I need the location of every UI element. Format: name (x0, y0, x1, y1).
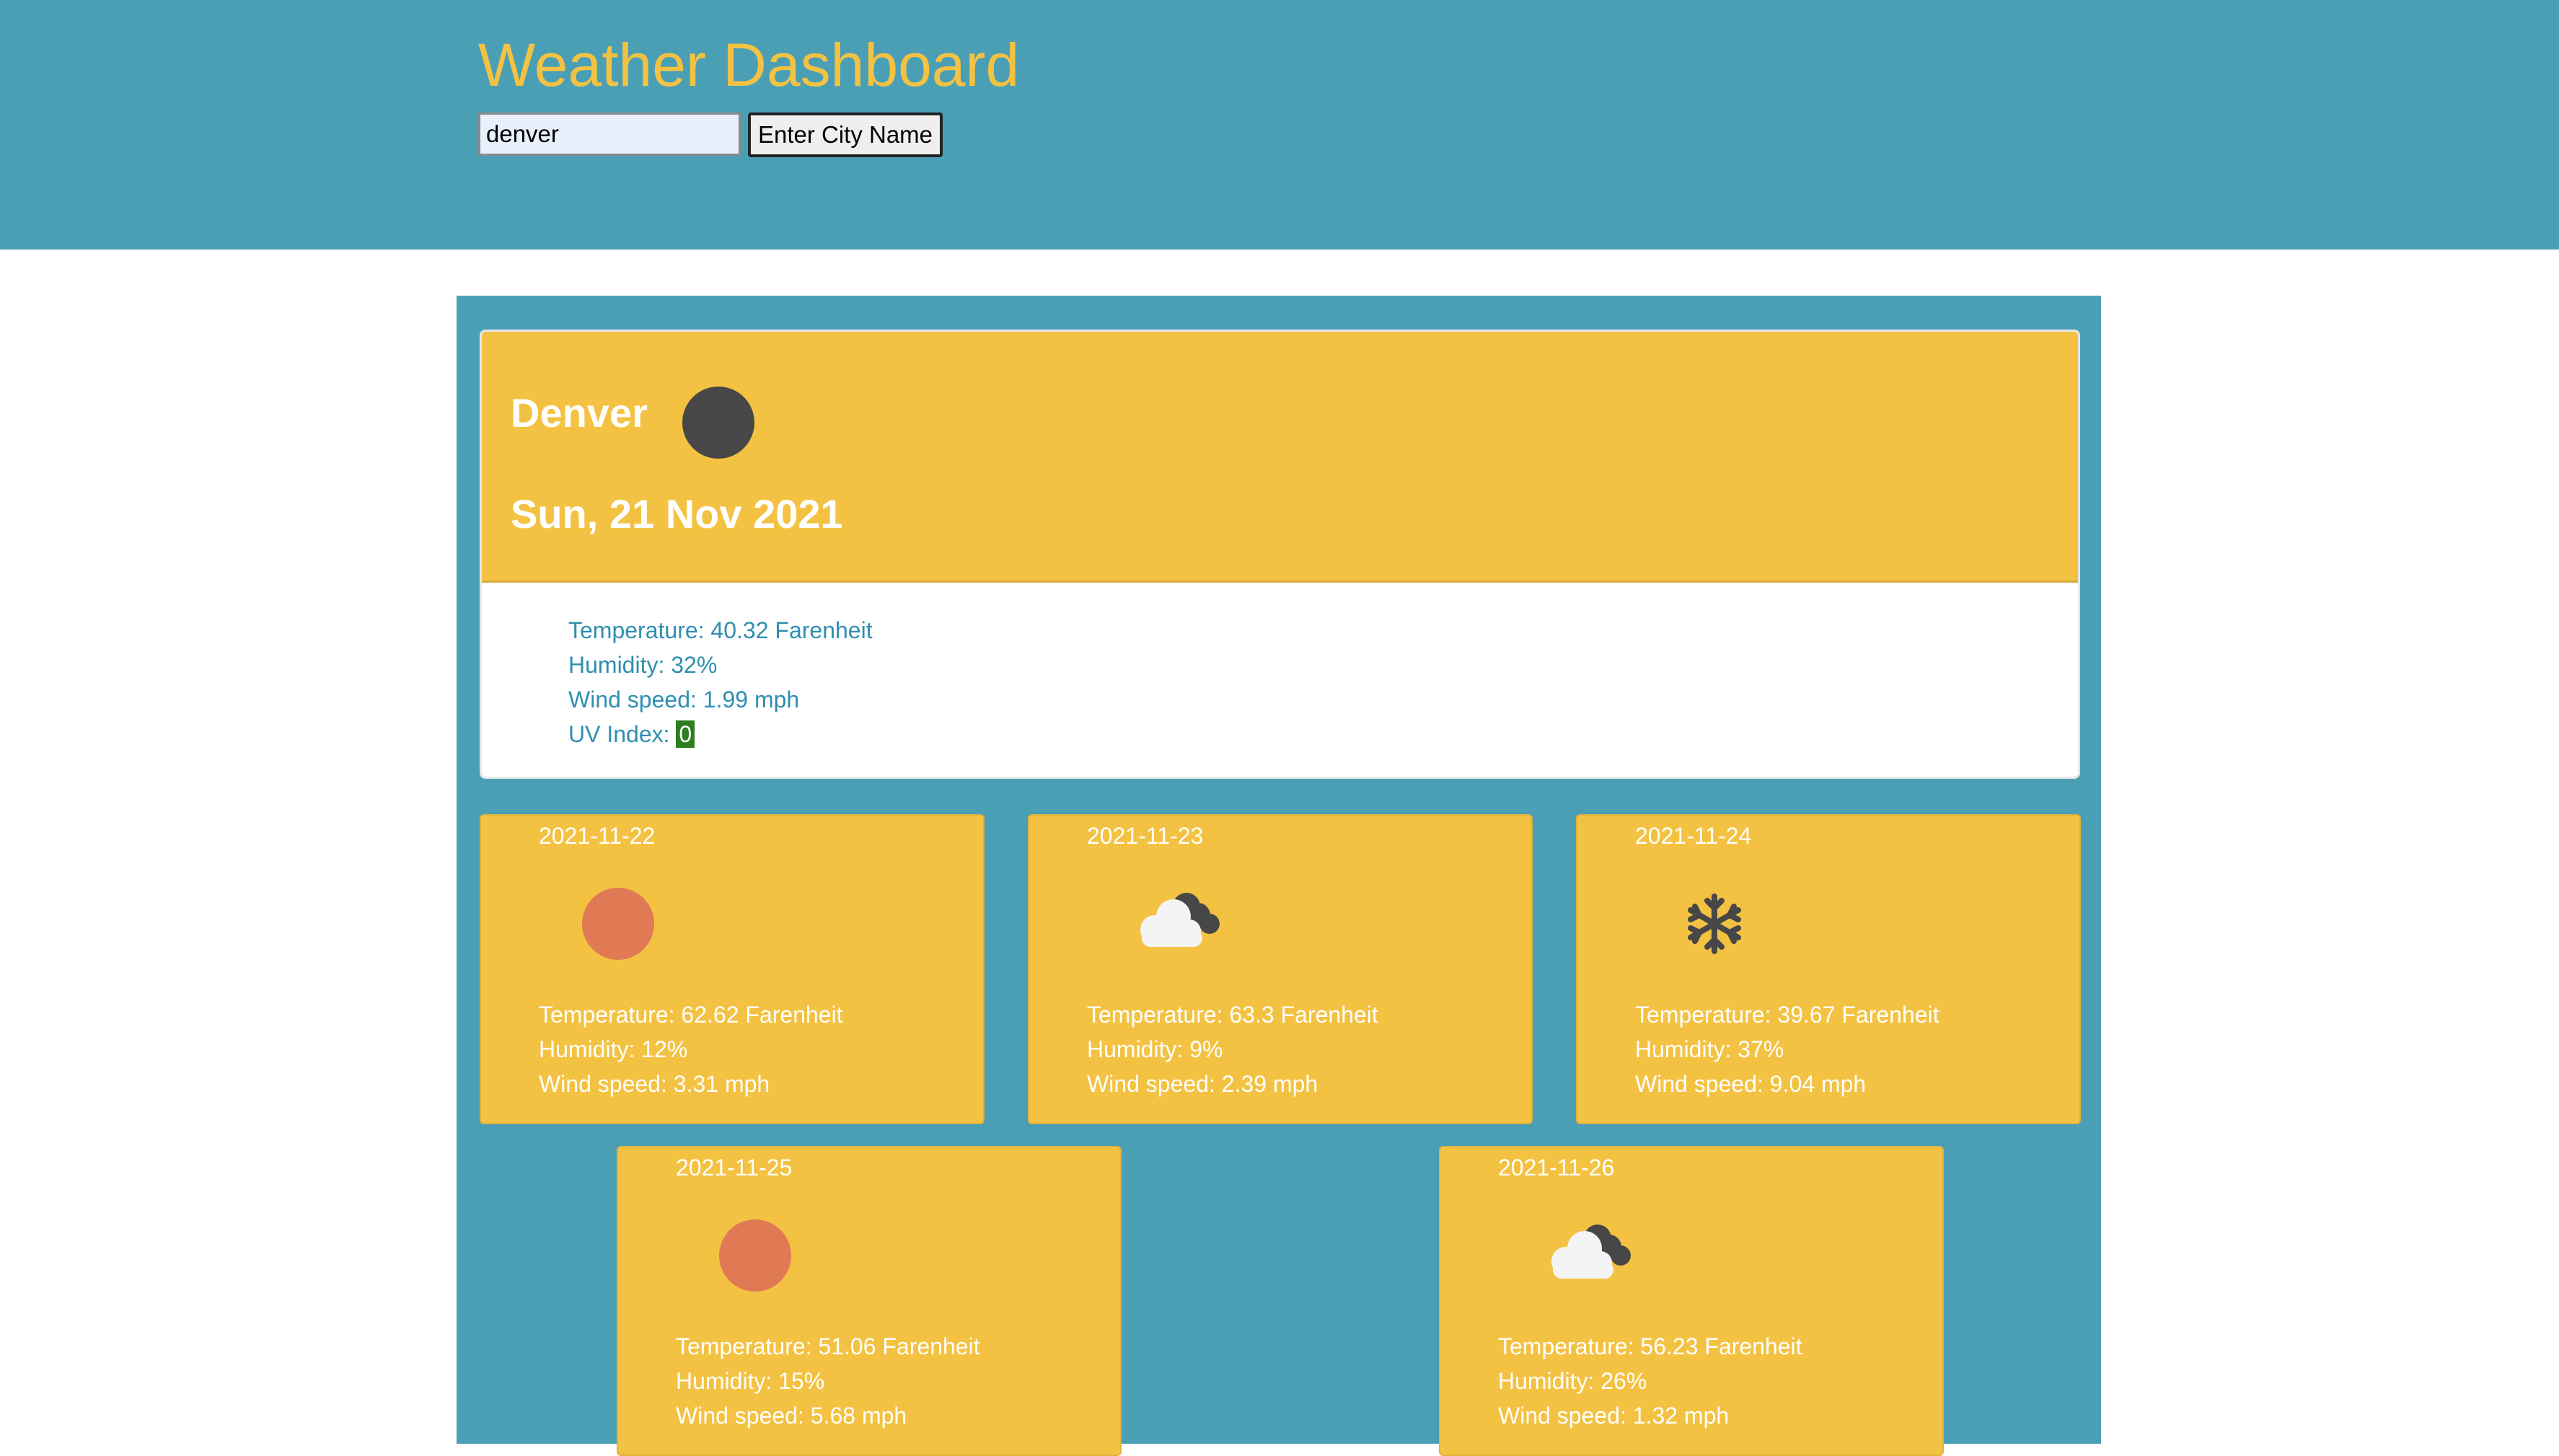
forecast-temperature: Temperature: 51.06 Farenheit (676, 1333, 980, 1359)
current-wind-speed: Wind speed: 1.99 mph (568, 687, 800, 712)
forecast-temperature: Temperature: 63.3 Farenheit (1087, 1002, 1378, 1028)
forecast-card: 2021-11-22 Temperature: 62.62 Farenheit … (480, 814, 985, 1124)
forecast-card: 2021-11-25 Temperature: 51.06 Farenheit … (617, 1146, 1122, 1456)
sun-icon (719, 1219, 791, 1292)
forecast-date: 2021-11-24 (1635, 823, 1752, 849)
header-bar: Weather Dashboard Enter City Name (0, 0, 2559, 250)
current-uv-row: UV Index: 0 (568, 717, 873, 751)
city-search-input[interactable] (478, 112, 741, 156)
forecast-wind-speed: Wind speed: 2.39 mph (1087, 1071, 1318, 1097)
cloud-icon (1140, 893, 1220, 947)
forecast-date: 2021-11-22 (539, 823, 656, 849)
forecast-card: 2021-11-24 Temperature: 39.67 Farenheit … (1576, 814, 2081, 1124)
forecast-humidity: Humidity: 15% (676, 1368, 825, 1394)
enter-city-button[interactable]: Enter City Name (748, 112, 943, 157)
forecast-temperature: Temperature: 62.62 Farenheit (539, 1002, 843, 1028)
current-temperature: Temperature: 40.32 Farenheit (568, 617, 873, 643)
forecast-wind-speed: Wind speed: 1.32 mph (1498, 1403, 1730, 1429)
uv-label: UV Index: (568, 721, 677, 747)
cloud-icon (1551, 1225, 1631, 1279)
forecast-wind-speed: Wind speed: 5.68 mph (676, 1403, 907, 1429)
forecast-card: 2021-11-23 Temperature: 63.3 Farenheit H… (1028, 814, 1533, 1124)
sun-icon (582, 888, 654, 960)
moon-icon (682, 387, 754, 459)
forecast-date: 2021-11-26 (1498, 1155, 1615, 1181)
forecast-card: 2021-11-26 Temperature: 56.23 Farenheit … (1439, 1146, 1944, 1456)
forecast-humidity: Humidity: 9% (1087, 1036, 1223, 1062)
forecast-temperature: Temperature: 56.23 Farenheit (1498, 1333, 1802, 1359)
snowflake-icon (1688, 894, 1741, 954)
current-humidity: Humidity: 32% (568, 652, 718, 678)
forecast-date: 2021-11-23 (1087, 823, 1204, 849)
app-title: Weather Dashboard (478, 31, 1020, 99)
forecast-wind-speed: Wind speed: 3.31 mph (539, 1071, 770, 1097)
forecast-humidity: Humidity: 12% (539, 1036, 688, 1062)
uv-index-badge: 0 (676, 720, 695, 748)
forecast-humidity: Humidity: 26% (1498, 1368, 1647, 1394)
current-weather-header: Denver Sun, 21 Nov 2021 (482, 332, 2078, 583)
forecast-humidity: Humidity: 37% (1635, 1036, 1784, 1062)
current-weather-card: Denver Sun, 21 Nov 2021 Temperature: 40.… (480, 330, 2080, 779)
forecast-temperature: Temperature: 39.67 Farenheit (1635, 1002, 1939, 1028)
current-date: Sun, 21 Nov 2021 (511, 491, 843, 537)
forecast-wind-speed: Wind speed: 9.04 mph (1635, 1071, 1867, 1097)
city-name: Denver (511, 390, 648, 436)
current-details: Temperature: 40.32 Farenheit Humidity: 3… (568, 613, 873, 751)
forecast-date: 2021-11-25 (676, 1155, 793, 1181)
